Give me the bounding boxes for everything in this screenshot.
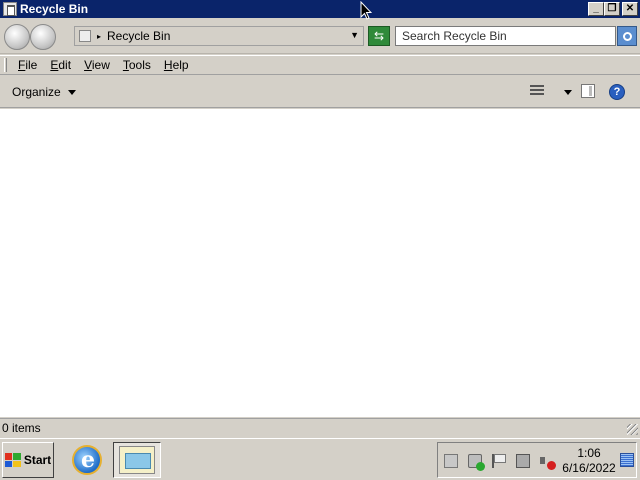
menu-tools[interactable]: Tools (121, 58, 153, 72)
organize-button[interactable]: Organize (12, 85, 76, 99)
server-manager-icon[interactable] (444, 454, 458, 468)
search-button[interactable] (617, 26, 637, 46)
preview-pane-icon[interactable] (581, 84, 595, 98)
clock-date: 6/16/2022 (562, 461, 616, 475)
menu-grip (4, 58, 7, 72)
keyboard-language-icon[interactable] (620, 453, 634, 467)
minimize-button[interactable]: _ (588, 2, 604, 16)
volume-muted-icon[interactable] (540, 454, 556, 470)
status-bar: 0 items (0, 418, 640, 437)
back-button[interactable] (4, 24, 30, 50)
menu-help[interactable]: Help (162, 58, 191, 72)
navigation-bar: ▸ Recycle Bin ▼ ⇆ Search Recycle Bin (0, 18, 640, 54)
breadcrumb-chevron-icon[interactable]: ▸ (97, 32, 101, 41)
taskbar-window-recycle-bin[interactable] (113, 442, 161, 478)
title-bar[interactable]: Recycle Bin _ ❐ ✕ (0, 0, 640, 18)
close-button[interactable]: ✕ (622, 2, 638, 16)
organize-label: Organize (12, 85, 61, 99)
resize-grip[interactable] (627, 424, 638, 435)
command-bar: Organize ? (0, 76, 640, 108)
file-list-area[interactable] (0, 109, 640, 417)
refresh-icon: ⇆ (373, 29, 385, 43)
window-thumbnail-icon (119, 446, 155, 474)
window-controls: _ ❐ ✕ (588, 2, 638, 16)
item-count: 0 items (2, 421, 41, 435)
menu-edit[interactable]: Edit (48, 58, 73, 72)
refresh-button[interactable]: ⇆ (368, 26, 390, 46)
network-icon[interactable] (516, 454, 530, 468)
search-input[interactable]: Search Recycle Bin (395, 26, 616, 46)
menu-file[interactable]: File (16, 58, 39, 72)
security-shield-icon[interactable] (468, 454, 485, 471)
internet-explorer-icon[interactable] (72, 445, 102, 475)
clock[interactable]: 1:06 6/16/2022 (562, 446, 616, 476)
windows-logo-icon (4, 453, 21, 467)
action-center-flag-icon[interactable] (492, 454, 506, 468)
window-title: Recycle Bin (20, 2, 89, 16)
address-dropdown-icon[interactable]: ▼ (350, 30, 359, 40)
start-button[interactable]: Start (2, 442, 54, 478)
restore-button[interactable]: ❐ (604, 2, 620, 16)
address-bar[interactable]: ▸ Recycle Bin ▼ (74, 26, 364, 46)
menu-view[interactable]: View (82, 58, 112, 72)
views-icon[interactable] (530, 85, 546, 99)
recycle-bin-icon (3, 2, 17, 16)
forward-button[interactable] (30, 24, 56, 50)
system-tray: 1:06 6/16/2022 (437, 442, 637, 478)
recycle-bin-icon (79, 30, 91, 42)
chevron-down-icon (67, 89, 76, 95)
start-label: Start (23, 453, 52, 467)
views-dropdown-icon[interactable] (564, 90, 572, 95)
clock-time: 1:06 (577, 446, 601, 460)
taskbar: Start 1:06 6/16/2022 (0, 438, 640, 480)
search-icon (622, 31, 632, 41)
breadcrumb-location[interactable]: Recycle Bin (107, 29, 170, 43)
menu-bar: File Edit View Tools Help (0, 55, 640, 75)
help-icon[interactable]: ? (609, 84, 625, 100)
